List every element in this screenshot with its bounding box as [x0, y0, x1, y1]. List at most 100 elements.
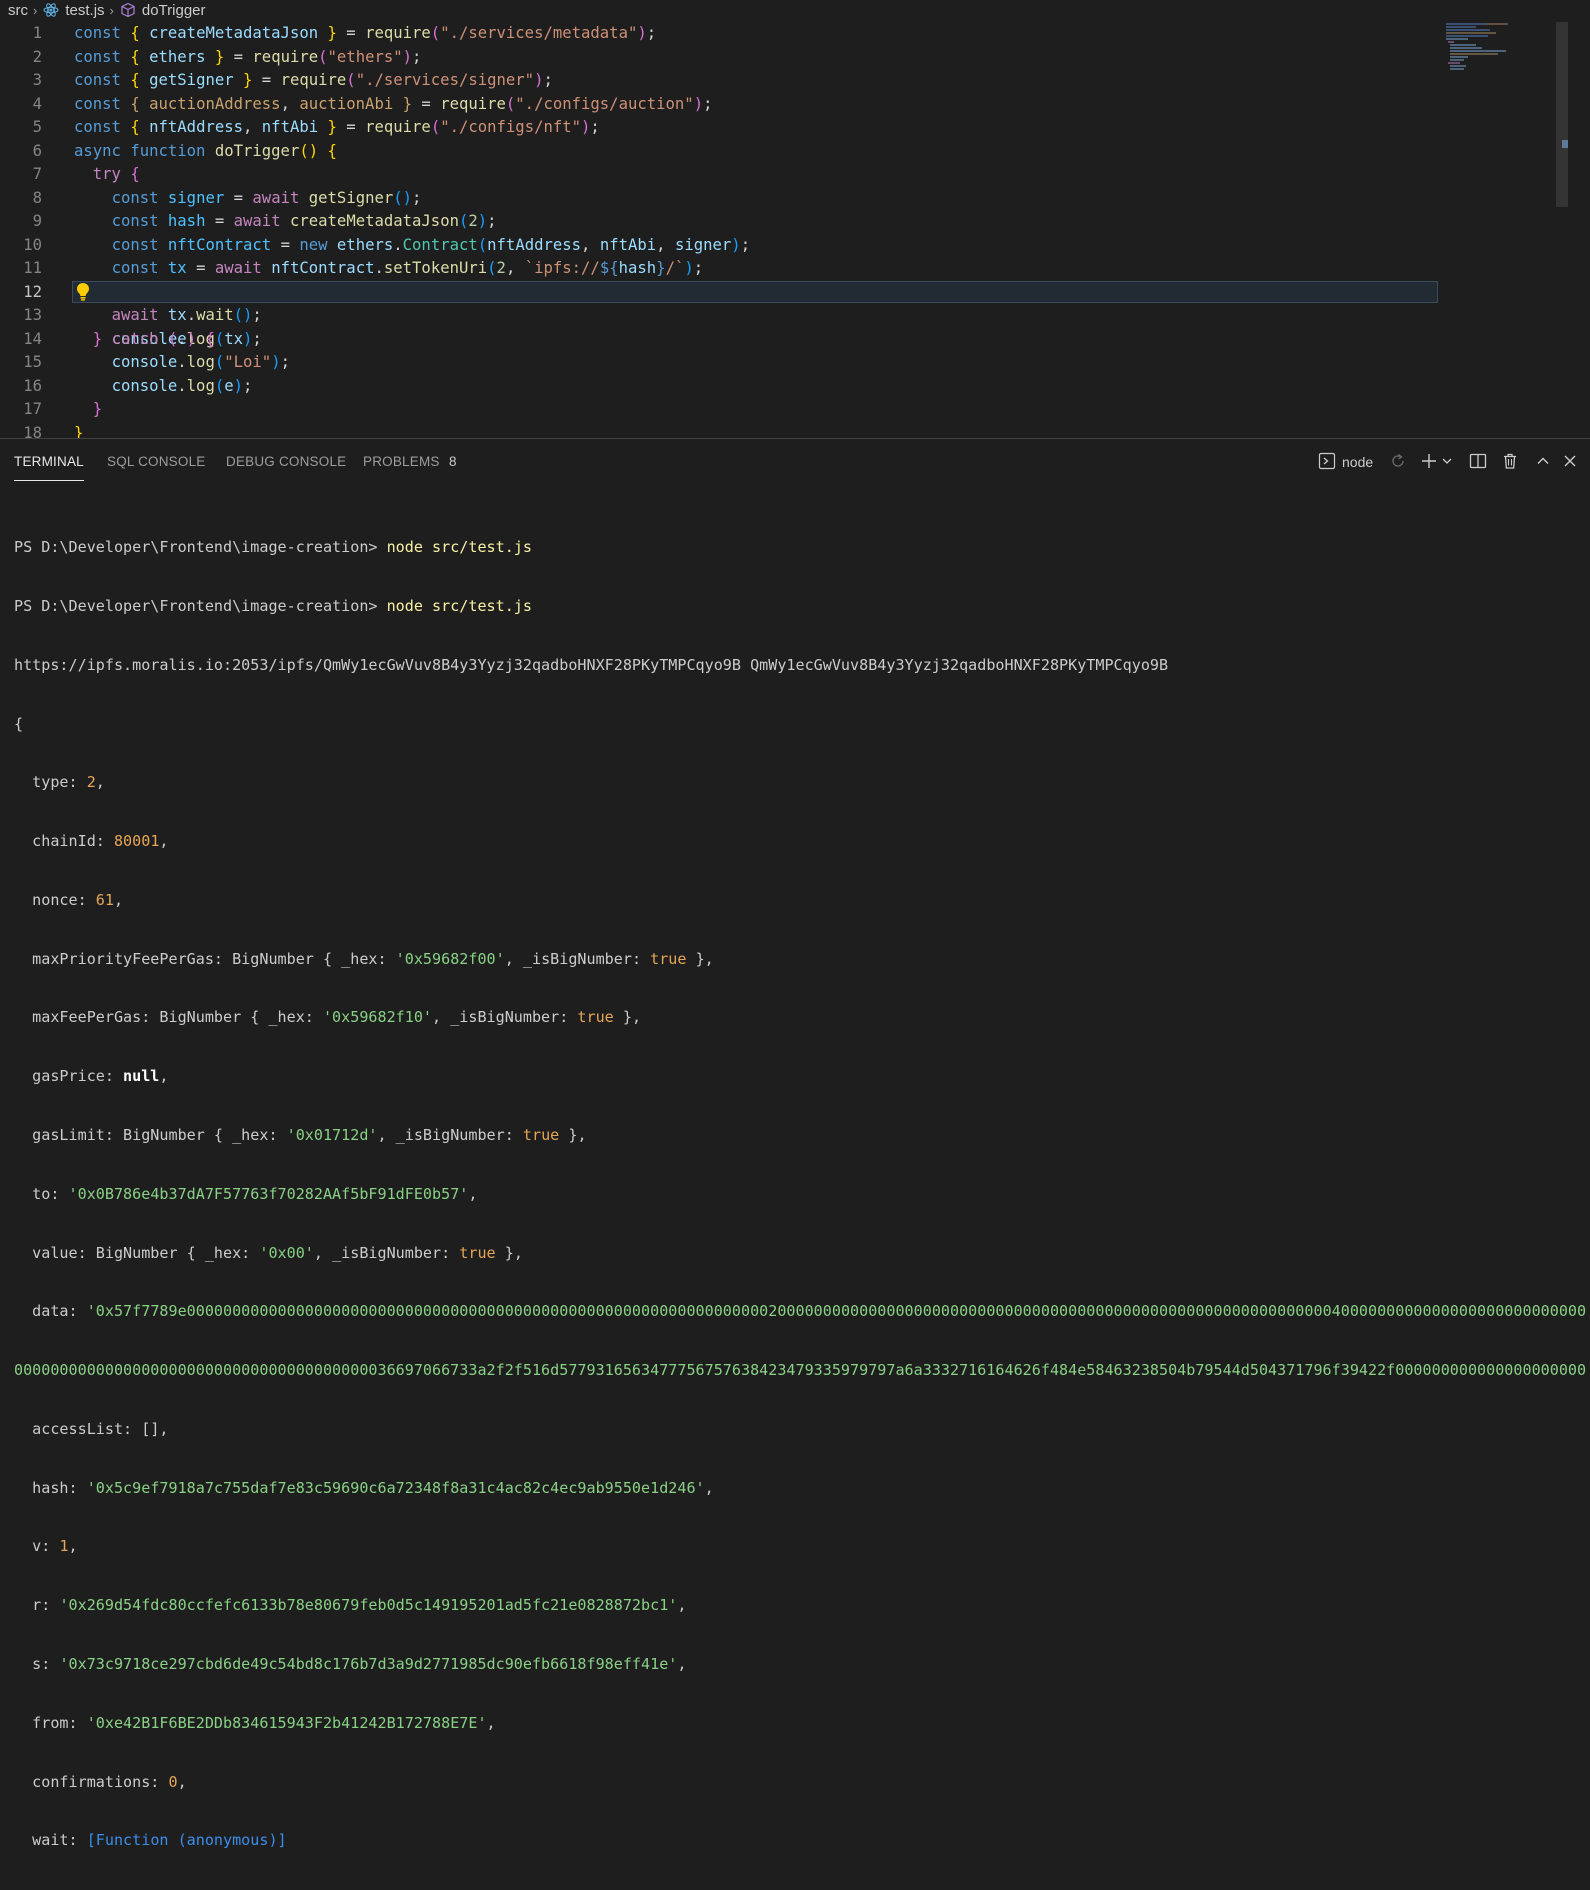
chevron-right-icon: › [109, 2, 114, 18]
chevron-down-icon[interactable] [1441, 454, 1453, 470]
chevron-right-icon: › [33, 2, 38, 18]
code-line-current[interactable]: 12 console.log(tx); [0, 280, 1440, 348]
code-line[interactable]: 2 const { ethers } = require("ethers"); [0, 46, 1440, 70]
lightbulb-icon[interactable] [76, 282, 92, 302]
tab-problems[interactable]: PROBLEMS [363, 454, 440, 469]
code-text: await tx.wait(); [111, 306, 262, 324]
code-line[interactable]: 17 } [0, 398, 1440, 422]
plus-icon [1420, 452, 1438, 473]
terminal-line: wait: [Function (anonymous)] [14, 1831, 287, 1850]
terminal-line: PS D:\Developer\Frontend\image-creation>… [14, 596, 532, 615]
terminal-line: gasPrice: null, [14, 1067, 169, 1086]
code-text: const { ethers } = require("ethers"); [74, 47, 422, 66]
method-cube-icon [119, 1, 137, 19]
maximize-panel-button[interactable] [1535, 451, 1551, 473]
code-editor[interactable]: 1 const { createMetadataJson } = require(… [0, 22, 1590, 438]
shell-name: node [1342, 454, 1374, 470]
tab-debug-console[interactable]: DEBUG CONSOLE [226, 454, 346, 469]
code-line[interactable]: 9 const hash = await createMetadataJson(… [0, 210, 1440, 234]
split-terminal-button[interactable] [1469, 451, 1487, 473]
code-text: const signer = await getSigner(); [111, 188, 422, 207]
close-panel-button[interactable] [1562, 451, 1578, 473]
line-number: 9 [32, 212, 42, 230]
breadcrumb-symbol[interactable]: doTrigger [142, 2, 206, 19]
code-text: async function doTrigger() { [74, 141, 337, 160]
kill-terminal-button[interactable] [1501, 451, 1519, 473]
scrollbar-marker [1562, 140, 1568, 148]
code-line[interactable]: 3 const { getSigner } = require("./servic… [0, 69, 1440, 93]
line-number: 17 [23, 400, 42, 418]
breadcrumb-folder[interactable]: src [8, 2, 28, 19]
code-line[interactable]: 5 const { nftAddress, nftAbi } = require(… [0, 116, 1440, 140]
line-number: 4 [32, 94, 42, 113]
bottom-panel: TERMINAL SQL CONSOLE DEBUG CONSOLE PROBL… [0, 438, 1590, 1849]
react-file-icon [42, 1, 60, 19]
terminal-shell-selector[interactable]: node [1318, 451, 1373, 473]
close-icon [1562, 453, 1578, 472]
code-text: const tx = await nftContract.setTokenUri… [111, 259, 704, 277]
code-text: const { getSigner } = require("./service… [74, 71, 553, 89]
breadcrumb-file[interactable]: test.js [65, 2, 104, 19]
line-number: 2 [32, 47, 42, 66]
code-line[interactable]: 18} [0, 422, 1440, 439]
line-number: 18 [23, 423, 42, 439]
code-line[interactable]: 16 console.log(e); [0, 375, 1440, 399]
relaunch-terminal-button[interactable] [1389, 451, 1407, 473]
code-line[interactable]: 14 } catch (e) { [0, 328, 1440, 352]
problems-count-badge: 8 [449, 454, 457, 469]
chevron-up-icon [1535, 453, 1551, 472]
code-line[interactable]: 8 const signer = await getSigner(); [0, 187, 1440, 211]
code-line[interactable]: 7 try { [0, 163, 1440, 187]
code-text: console.log("Loi"); [111, 353, 290, 371]
code-line[interactable]: 10 const nftContract = new ethers.Contra… [0, 234, 1440, 258]
line-number: 16 [23, 376, 42, 395]
terminal-line: value: BigNumber { _hex: '0x00', _isBigN… [14, 1243, 523, 1262]
terminal-line: v: 1, [14, 1537, 78, 1556]
terminal-line: https://ipfs.moralis.io:2053/ipfs/QmWy1e… [14, 655, 1169, 674]
line-number: 10 [23, 235, 42, 254]
line-number: 12 [23, 282, 42, 301]
line-number: 7 [32, 165, 42, 183]
terminal-line: maxFeePerGas: BigNumber { _hex: '0x59682… [14, 1008, 642, 1027]
code-line[interactable]: 6 async function doTrigger() { [0, 140, 1440, 164]
tab-sql-console[interactable]: SQL CONSOLE [107, 454, 205, 469]
terminal-line: to: '0x0B786e4b37dA7F57763f70282AAf5bF91… [14, 1184, 478, 1203]
line-number: 1 [32, 24, 42, 42]
line-number: 14 [23, 329, 42, 348]
line-number: 8 [32, 188, 42, 207]
terminal-line: s: '0x73c9718ce297cbd6de49c54bd8c176b7d3… [14, 1655, 687, 1674]
new-terminal-button[interactable] [1420, 451, 1453, 473]
code-text: try { [92, 165, 140, 183]
terminal-output[interactable]: PS D:\Developer\Frontend\image-creation>… [14, 499, 1590, 1890]
terminal-line: r: '0x269d54fdc80ccfefc6133b78e80679feb0… [14, 1596, 687, 1615]
line-number: 15 [23, 353, 42, 371]
code-text: } [92, 400, 103, 418]
terminal-line: type: 2, [14, 773, 105, 792]
breadcrumb: src › test.js › doTrigger [0, 0, 1440, 20]
terminal-line: { [14, 714, 24, 733]
code-text: const { auctionAddress, auctionAbi } = r… [74, 94, 713, 113]
code-text: } catch (e) { [92, 329, 215, 348]
trash-icon [1501, 452, 1519, 473]
terminal-line: from: '0xe42B1F6BE2DDb834615943F2b41242B… [14, 1713, 496, 1732]
code-line[interactable]: 13 await tx.wait(); [0, 304, 1440, 328]
terminal-line: confirmations: 0, [14, 1772, 187, 1791]
code-line[interactable]: 1 const { createMetadataJson } = require(… [0, 22, 1440, 46]
code-line[interactable]: 4 const { auctionAddress, auctionAbi } = … [0, 93, 1440, 117]
tab-terminal[interactable]: TERMINAL [14, 454, 84, 481]
refresh-icon [1389, 452, 1407, 473]
split-icon [1469, 452, 1487, 473]
code-line[interactable]: 11 const tx = await nftContract.setToken… [0, 257, 1440, 281]
line-number: 5 [32, 118, 42, 136]
terminal-line: data: '0x57f7789e00000000000000000000000… [14, 1302, 1587, 1321]
terminal-icon [1318, 452, 1336, 473]
code-text: const hash = await createMetadataJson(2)… [111, 212, 497, 230]
code-text: const { nftAddress, nftAbi } = require("… [74, 118, 600, 136]
terminal-line: gasLimit: BigNumber { _hex: '0x01712d', … [14, 1126, 587, 1144]
editor-scrollbar[interactable] [1556, 22, 1568, 207]
terminal-line: 0000000000000000000000000000000000000000… [14, 1361, 1590, 1380]
minimap[interactable] [1446, 22, 1526, 72]
code-line[interactable]: 15 console.log("Loi"); [0, 351, 1440, 375]
line-number: 13 [23, 306, 42, 324]
line-number: 6 [32, 141, 42, 160]
